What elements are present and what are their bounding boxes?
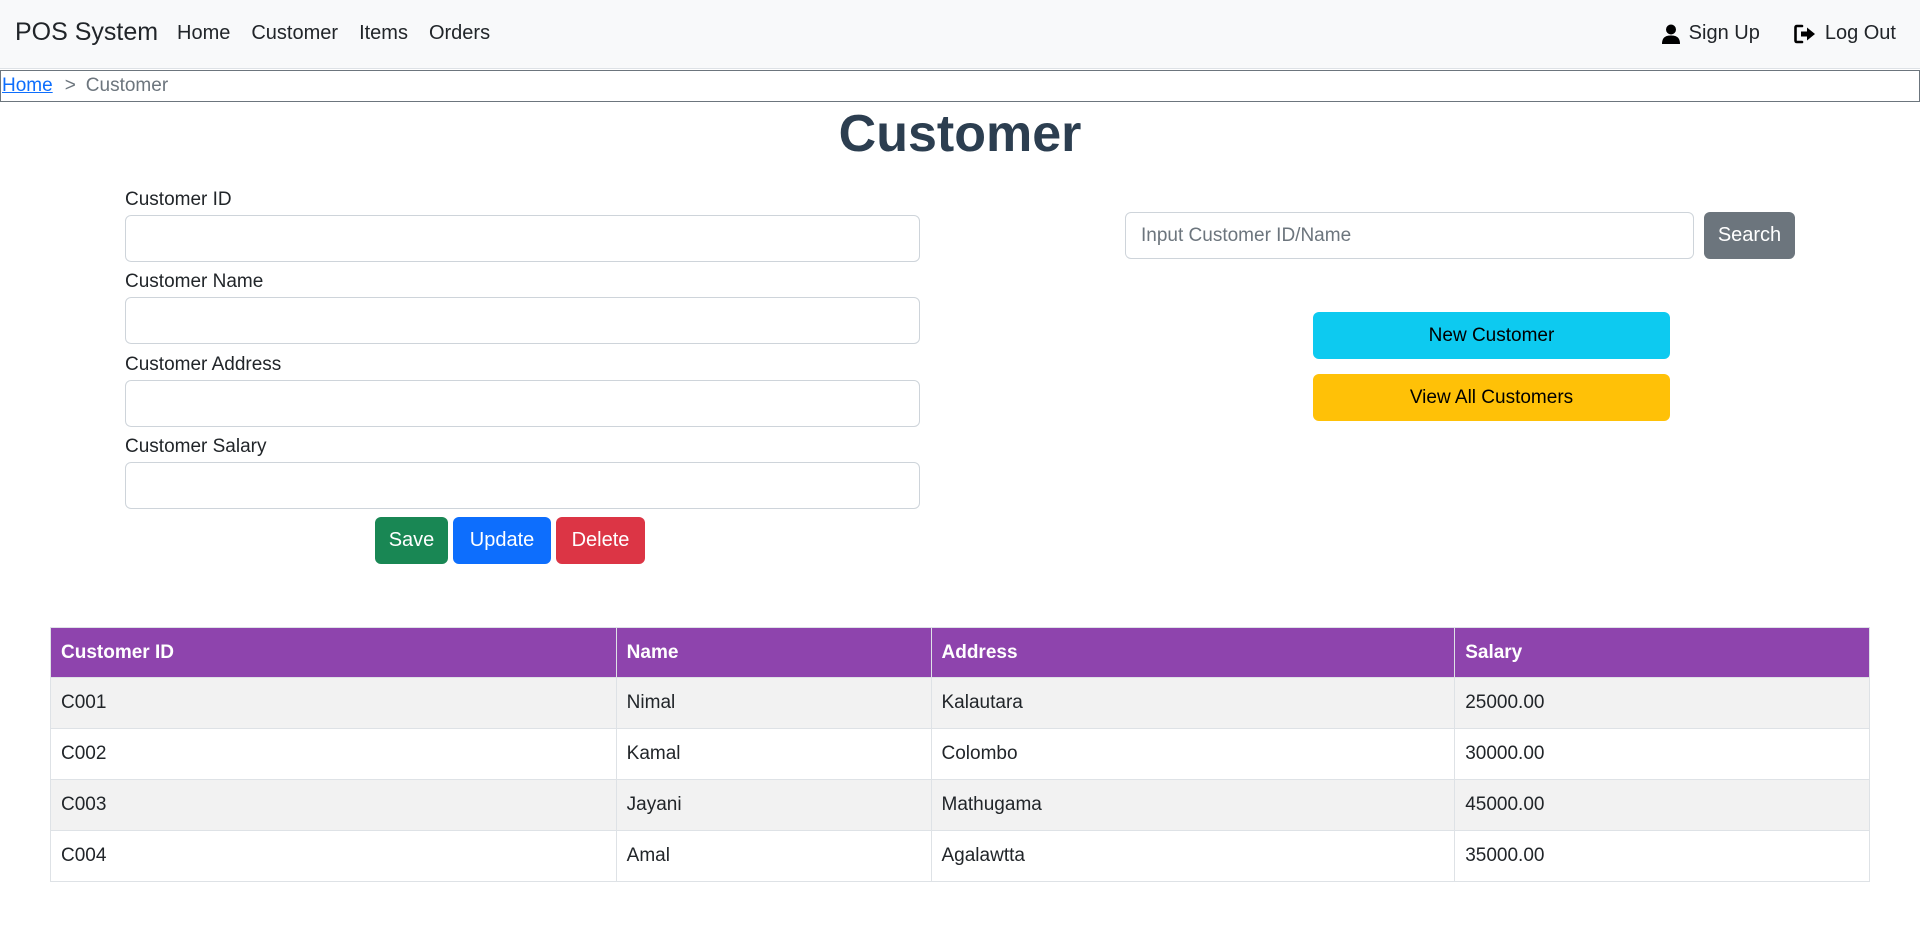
cell-address: Kalautara xyxy=(930,677,1456,729)
cell-customer-id: C001 xyxy=(50,677,617,729)
customer-table: Customer ID Name Address Salary C001 Nim… xyxy=(50,627,1870,882)
cell-name: Jayani xyxy=(615,779,932,831)
search-input[interactable] xyxy=(1125,212,1694,259)
nav-link-customer[interactable]: Customer xyxy=(251,22,338,45)
nav-right: Sign Up Log Out xyxy=(1628,22,1896,45)
delete-button[interactable]: Delete xyxy=(556,517,645,564)
search-button[interactable]: Search xyxy=(1704,212,1795,259)
nav-links: Home Customer Items Orders xyxy=(177,22,511,45)
column-header-salary: Salary xyxy=(1454,627,1870,678)
nav-link-orders[interactable]: Orders xyxy=(429,22,490,45)
sign-up-link[interactable]: Sign Up xyxy=(1661,22,1760,45)
logout-icon xyxy=(1794,24,1815,43)
customer-name-input[interactable] xyxy=(125,297,920,344)
customer-address-label: Customer Address xyxy=(125,354,282,375)
breadcrumb-home-link[interactable]: Home xyxy=(2,75,53,97)
table-row[interactable]: C001 Nimal Kalautara 25000.00 xyxy=(50,677,1870,729)
column-header-name: Name xyxy=(615,627,932,678)
update-button[interactable]: Update xyxy=(453,517,551,564)
table-row[interactable]: C002 Kamal Colombo 30000.00 xyxy=(50,728,1870,780)
cell-customer-id: C003 xyxy=(50,779,617,831)
cell-salary: 45000.00 xyxy=(1454,779,1870,831)
table-header-row: Customer ID Name Address Salary xyxy=(50,627,1870,678)
nav-link-items[interactable]: Items xyxy=(359,22,408,45)
brand[interactable]: POS System xyxy=(15,18,158,47)
cell-address: Agalawtta xyxy=(930,830,1456,882)
customer-salary-input[interactable] xyxy=(125,462,920,509)
new-customer-button[interactable]: New Customer xyxy=(1313,312,1670,359)
column-header-customer-id: Customer ID xyxy=(50,627,617,678)
customer-salary-label: Customer Salary xyxy=(125,436,267,457)
page-title: Customer xyxy=(838,105,1082,163)
table-row[interactable]: C004 Amal Agalawtta 35000.00 xyxy=(50,830,1870,882)
customer-name-label: Customer Name xyxy=(125,271,264,292)
cell-address: Colombo xyxy=(930,728,1456,780)
user-icon xyxy=(1661,24,1680,44)
navbar: POS System Home Customer Items Orders Si… xyxy=(0,0,1920,69)
log-out-link[interactable]: Log Out xyxy=(1794,22,1896,45)
breadcrumb-separator: > xyxy=(64,75,76,96)
column-header-address: Address xyxy=(930,627,1456,678)
nav-link-home[interactable]: Home xyxy=(177,22,230,45)
save-button[interactable]: Save xyxy=(375,517,448,564)
cell-customer-id: C002 xyxy=(50,728,617,780)
customer-id-input[interactable] xyxy=(125,215,920,262)
log-out-label: Log Out xyxy=(1824,22,1896,44)
breadcrumb: Home > Customer xyxy=(0,70,1920,102)
cell-name: Amal xyxy=(615,830,932,882)
cell-salary: 35000.00 xyxy=(1454,830,1870,882)
cell-salary: 30000.00 xyxy=(1454,728,1870,780)
sign-up-label: Sign Up xyxy=(1688,22,1760,44)
customer-address-input[interactable] xyxy=(125,380,920,427)
cell-address: Mathugama xyxy=(930,779,1456,831)
breadcrumb-current: Customer xyxy=(85,75,169,96)
cell-customer-id: C004 xyxy=(50,830,617,882)
cell-name: Kamal xyxy=(615,728,932,780)
cell-salary: 25000.00 xyxy=(1454,677,1870,729)
cell-name: Nimal xyxy=(615,677,932,729)
view-all-customers-button[interactable]: View All Customers xyxy=(1313,374,1670,421)
table-row[interactable]: C003 Jayani Mathugama 45000.00 xyxy=(50,779,1870,831)
customer-id-label: Customer ID xyxy=(125,189,232,210)
